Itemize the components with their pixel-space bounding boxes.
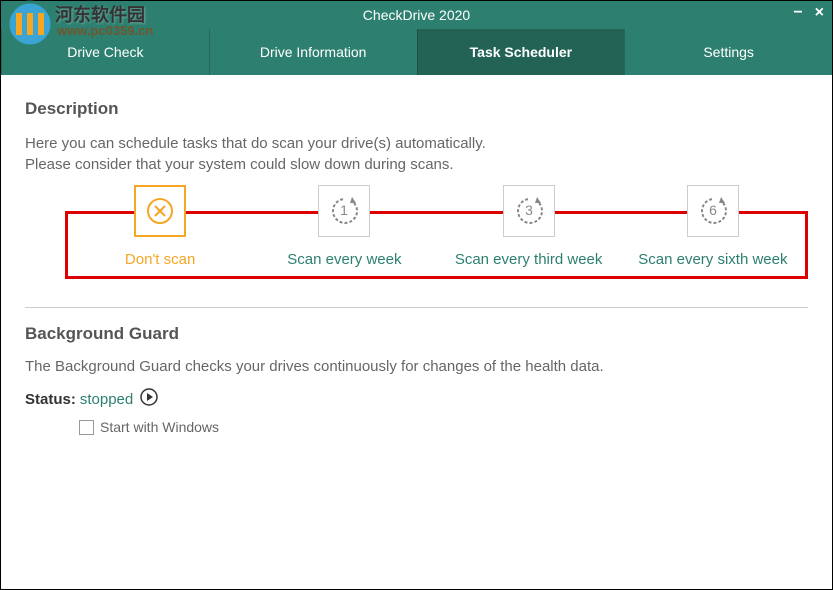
- x-icon: [134, 185, 186, 237]
- status-label: Status:: [25, 391, 76, 408]
- option-third-week[interactable]: 3 Scan every third week: [437, 185, 621, 268]
- play-button[interactable]: [139, 387, 159, 411]
- scan-options: Don't scan 1 Scan every week 3 Scan ever…: [65, 211, 808, 279]
- desc-line2: Please consider that your system could s…: [25, 156, 454, 173]
- description-title: Description: [25, 99, 808, 119]
- background-guard-text: The Background Guard checks your drives …: [25, 358, 808, 375]
- app-logo-icon: [5, 0, 55, 47]
- option-dont-scan[interactable]: Don't scan: [68, 185, 252, 268]
- cycle-6-icon: 6: [687, 185, 739, 237]
- watermark-url: www.pc0359.cn: [57, 23, 153, 38]
- minimize-button[interactable]: −: [793, 5, 802, 21]
- start-with-windows-row: Start with Windows: [79, 419, 808, 435]
- status-row: Status: stopped: [25, 387, 808, 411]
- background-guard-title: Background Guard: [25, 324, 808, 344]
- cycle-3-icon: 3: [503, 185, 555, 237]
- tab-task-scheduler[interactable]: Task Scheduler: [417, 29, 625, 75]
- status-value: stopped: [80, 391, 133, 408]
- description-text: Here you can schedule tasks that do scan…: [25, 133, 808, 175]
- svg-text:1: 1: [340, 202, 348, 218]
- option-label: Scan every sixth week: [638, 251, 787, 268]
- svg-text:6: 6: [709, 202, 717, 218]
- divider: [25, 307, 808, 308]
- desc-line1: Here you can schedule tasks that do scan…: [25, 135, 486, 152]
- option-label: Don't scan: [125, 251, 195, 268]
- close-button[interactable]: ×: [815, 5, 824, 21]
- checkbox-label: Start with Windows: [100, 419, 219, 435]
- titlebar: 河东软件园 www.pc0359.cn CheckDrive 2020 − ×: [1, 1, 832, 29]
- tab-settings[interactable]: Settings: [624, 29, 832, 75]
- svg-text:3: 3: [525, 202, 533, 218]
- option-sixth-week[interactable]: 6 Scan every sixth week: [621, 185, 805, 268]
- cycle-1-icon: 1: [318, 185, 370, 237]
- start-with-windows-checkbox[interactable]: [79, 420, 94, 435]
- content-area: Description Here you can schedule tasks …: [1, 75, 832, 447]
- option-label: Scan every third week: [455, 251, 603, 268]
- tab-drive-information[interactable]: Drive Information: [209, 29, 417, 75]
- option-label: Scan every week: [287, 251, 401, 268]
- option-every-week[interactable]: 1 Scan every week: [252, 185, 436, 268]
- app-title: CheckDrive 2020: [363, 7, 470, 23]
